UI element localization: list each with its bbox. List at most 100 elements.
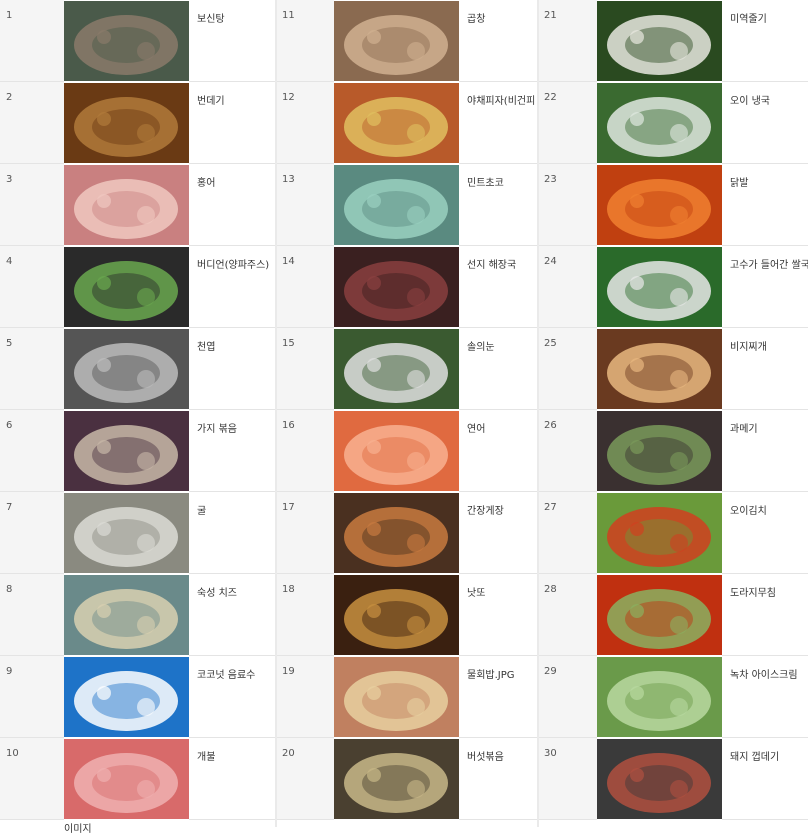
food-name: 도라지무침 xyxy=(730,588,776,599)
food-name-cell: 오이 냉국 xyxy=(722,82,808,164)
food-thumbnail[interactable] xyxy=(64,657,189,737)
row-number: 12 xyxy=(282,92,295,103)
table-row[interactable]: 13 민트초코 xyxy=(276,164,538,246)
table-row[interactable]: 3 홍어 xyxy=(0,164,276,246)
food-thumbnail[interactable] xyxy=(597,329,722,409)
food-name: 가지 볶음 xyxy=(197,424,237,435)
food-thumbnail[interactable] xyxy=(334,411,459,491)
food-thumbnail[interactable] xyxy=(64,329,189,409)
food-name-cell: 녹차 아이스크림 xyxy=(722,656,808,738)
food-thumbnail[interactable] xyxy=(64,575,189,655)
table-row[interactable]: 7굴 xyxy=(0,492,276,574)
food-thumbnail[interactable] xyxy=(597,165,722,245)
food-name: 번데기 xyxy=(197,96,225,107)
food-thumbnail[interactable] xyxy=(334,247,459,327)
table-row[interactable]: 6 가지 볶음 xyxy=(0,410,276,492)
food-name: 굴 xyxy=(197,506,207,517)
food-thumbnail[interactable] xyxy=(64,411,189,491)
food-name: 버디언(양파주스) xyxy=(197,260,270,271)
table-row[interactable]: 10 개불 xyxy=(0,738,276,820)
food-thumbnail[interactable] xyxy=(64,165,189,245)
table-row[interactable]: 16 연어 xyxy=(276,410,538,492)
food-thumbnail[interactable] xyxy=(334,329,459,409)
table-row[interactable]: 20 버섯볶음 xyxy=(276,738,538,820)
food-thumbnail[interactable] xyxy=(334,83,459,163)
food-name-cell: 번데기 xyxy=(189,82,276,164)
food-name-cell: 간장게장 xyxy=(459,492,538,574)
food-thumbnail[interactable] xyxy=(597,657,722,737)
table-row[interactable]: 29 녹차 아이스크림 xyxy=(538,656,808,738)
row-number-cell: 12 xyxy=(276,82,334,164)
food-thumbnail[interactable] xyxy=(334,575,459,655)
food-thumbnail[interactable] xyxy=(597,247,722,327)
food-name: 과메기 xyxy=(730,424,758,435)
row-number-cell: 21 xyxy=(538,0,597,82)
food-thumbnail[interactable] xyxy=(64,247,189,327)
table-row[interactable]: 27 오이김치 xyxy=(538,492,808,574)
row-number: 29 xyxy=(544,666,557,677)
food-thumbnail[interactable] xyxy=(334,493,459,573)
table-row[interactable]: 22 오이 냉국 xyxy=(538,82,808,164)
table-row[interactable]: 17 간장게장 xyxy=(276,492,538,574)
row-number-cell: 15 xyxy=(276,328,334,410)
table-row[interactable]: 11 곱창 xyxy=(276,0,538,82)
row-number: 16 xyxy=(282,420,295,431)
table-row[interactable]: 8 숙성 치즈 xyxy=(0,574,276,656)
food-thumbnail[interactable] xyxy=(597,83,722,163)
food-thumbnail[interactable] xyxy=(597,739,722,819)
row-number: 1 xyxy=(6,10,13,21)
food-name: 선지 해장국 xyxy=(467,260,517,271)
row-number: 26 xyxy=(544,420,557,431)
table-row[interactable]: 18 낫또 xyxy=(276,574,538,656)
table-row[interactable]: 12 야채피자(비건피 xyxy=(276,82,538,164)
food-name: 코코넛 음료수 xyxy=(197,670,256,681)
food-thumbnail[interactable] xyxy=(64,83,189,163)
table-row[interactable]: 23 닭발 xyxy=(538,164,808,246)
food-name-cell: 물회밥.JPG xyxy=(459,656,538,738)
food-thumbnail[interactable] xyxy=(334,739,459,819)
food-thumbnail[interactable] xyxy=(597,1,722,81)
row-number-cell: 30 xyxy=(538,738,597,820)
row-number: 23 xyxy=(544,174,557,185)
food-thumbnail[interactable] xyxy=(334,1,459,81)
food-thumbnail[interactable] xyxy=(597,575,722,655)
table-row[interactable]: 14 선지 해장국 xyxy=(276,246,538,328)
table-row[interactable]: 2 번데기 xyxy=(0,82,276,164)
row-number: 7 xyxy=(6,502,13,513)
table-row[interactable]: 5 천엽 xyxy=(0,328,276,410)
table-row[interactable]: 24 고수가 들어간 쌀국수 xyxy=(538,246,808,328)
row-number: 24 xyxy=(544,256,557,267)
food-thumbnail[interactable] xyxy=(334,165,459,245)
row-number: 15 xyxy=(282,338,295,349)
column-divider xyxy=(275,0,277,827)
table-row[interactable]: 25 비지찌개 xyxy=(538,328,808,410)
table-row[interactable]: 26 과메기 xyxy=(538,410,808,492)
row-number-cell: 11 xyxy=(276,0,334,82)
table-row[interactable]: 30 돼지 껍데기 xyxy=(538,738,808,820)
table-row[interactable]: 28 도라지무침 xyxy=(538,574,808,656)
row-number-cell: 24 xyxy=(538,246,597,328)
row-number: 14 xyxy=(282,256,295,267)
column-2: 11 곱창 12 야채피자(비건피 13 민트초코 14 선지 해장국 15 솔의눈 16 연어 17 간… xyxy=(276,0,538,827)
table-row[interactable]: 15 솔의눈 xyxy=(276,328,538,410)
food-thumbnail[interactable] xyxy=(334,657,459,737)
table-row[interactable]: 9 코코넛 음료수 xyxy=(0,656,276,738)
food-name-cell: 곱창 xyxy=(459,0,538,82)
food-thumbnail[interactable] xyxy=(64,739,189,819)
food-name-cell: 홍어 xyxy=(189,164,276,246)
row-number-cell: 5 xyxy=(0,328,64,410)
food-thumbnail[interactable] xyxy=(597,411,722,491)
food-thumbnail[interactable] xyxy=(597,493,722,573)
food-thumbnail[interactable] xyxy=(64,1,189,81)
table-row[interactable]: 19 물회밥.JPG xyxy=(276,656,538,738)
food-name-cell: 닭발 xyxy=(722,164,808,246)
food-name-cell: 연어 xyxy=(459,410,538,492)
food-name: 보신탕 xyxy=(197,14,225,25)
food-thumbnail[interactable] xyxy=(64,493,189,573)
food-name: 비지찌개 xyxy=(730,342,767,353)
row-number: 10 xyxy=(6,748,19,759)
table-row[interactable]: 4 버디언(양파주스) xyxy=(0,246,276,328)
table-row[interactable]: 21 미역줄기 xyxy=(538,0,808,82)
food-name-cell: 가지 볶음 xyxy=(189,410,276,492)
table-row[interactable]: 1 보신탕 xyxy=(0,0,276,82)
